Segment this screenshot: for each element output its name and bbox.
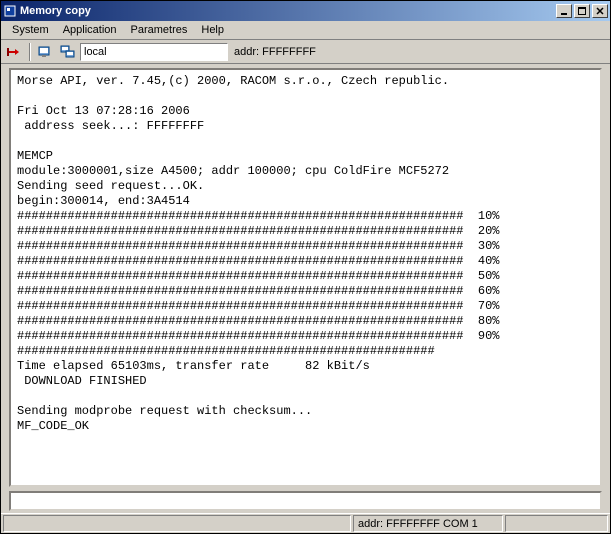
progress-30: ########################################… xyxy=(17,239,499,253)
app-window: Memory copy System Application Parametre… xyxy=(0,0,611,534)
progress-70: ########################################… xyxy=(17,299,499,313)
terminal-time: Time elapsed 65103ms, transfer rate 82 k… xyxy=(17,359,370,373)
progress-60: ########################################… xyxy=(17,284,499,298)
menu-parametres[interactable]: Parametres xyxy=(124,22,195,38)
terminal-seed: Sending seed request...OK. xyxy=(17,179,204,193)
terminal-area: Morse API, ver. 7.45,(c) 2000, RACOM s.r… xyxy=(1,64,610,513)
progress-90: ########################################… xyxy=(17,329,499,343)
terminal-module: module:3000001,size A4500; addr 100000; … xyxy=(17,164,449,178)
command-input[interactable] xyxy=(9,491,602,511)
progress-10: ########################################… xyxy=(17,209,499,223)
close-button[interactable] xyxy=(592,4,608,18)
status-pane-left xyxy=(3,515,351,532)
progress-80: ########################################… xyxy=(17,314,499,328)
progress-50: ########################################… xyxy=(17,269,499,283)
menubar: System Application Parametres Help xyxy=(1,21,610,40)
status-pane-addr: addr: FFFFFFFF COM 1 xyxy=(353,515,503,532)
status-pane-right xyxy=(505,515,608,532)
window-title: Memory copy xyxy=(20,5,554,17)
addr-label: addr: FFFFFFFF xyxy=(234,46,316,58)
menu-application[interactable]: Application xyxy=(56,22,124,38)
menu-help[interactable]: Help xyxy=(194,22,231,38)
maximize-button[interactable] xyxy=(574,4,590,18)
disconnect-button[interactable] xyxy=(3,42,25,62)
progress-40: ########################################… xyxy=(17,254,499,268)
host-button-2[interactable] xyxy=(57,42,79,62)
toolbar-separator xyxy=(29,43,31,61)
terminal-addr-seek: address seek...: FFFFFFFF xyxy=(17,119,204,133)
terminal-modprobe: Sending modprobe request with checksum..… xyxy=(17,404,312,418)
titlebar[interactable]: Memory copy xyxy=(1,1,610,21)
terminal-memcp: MEMCP xyxy=(17,149,53,163)
menu-system[interactable]: System xyxy=(5,22,56,38)
terminal-done: DOWNLOAD FINISHED xyxy=(17,374,147,388)
host-input[interactable] xyxy=(80,43,228,61)
terminal-output[interactable]: Morse API, ver. 7.45,(c) 2000, RACOM s.r… xyxy=(9,68,602,487)
terminal-timestamp: Fri Oct 13 07:28:16 2006 xyxy=(17,104,190,118)
statusbar: addr: FFFFFFFF COM 1 xyxy=(1,513,610,533)
toolbar: addr: FFFFFFFF xyxy=(1,40,610,64)
app-icon xyxy=(3,4,17,18)
minimize-button[interactable] xyxy=(556,4,572,18)
window-controls xyxy=(554,4,608,18)
progress-20: ########################################… xyxy=(17,224,499,238)
terminal-mfcode: MF_CODE_OK xyxy=(17,419,89,433)
terminal-header: Morse API, ver. 7.45,(c) 2000, RACOM s.r… xyxy=(17,74,449,88)
progress-final: ########################################… xyxy=(17,344,435,358)
terminal-beginend: begin:300014, end:3A4514 xyxy=(17,194,190,208)
host-button-1[interactable] xyxy=(34,42,56,62)
